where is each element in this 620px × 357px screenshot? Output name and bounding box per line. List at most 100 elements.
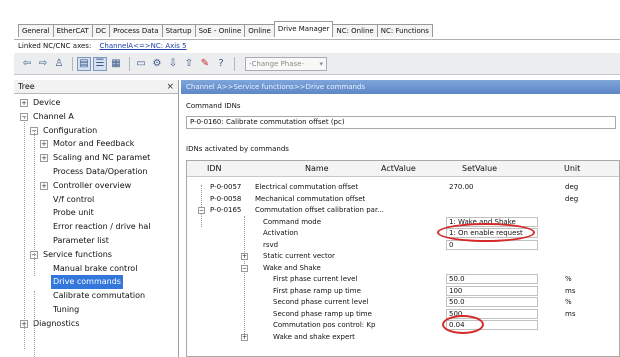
grid-row[interactable]: P-0-0057 Electrical commutation offset 270… — [187, 182, 619, 192]
column-header-unit[interactable]: Unit — [564, 164, 580, 173]
properties-icon[interactable]: ▭ — [134, 57, 148, 71]
name-cell: Activation — [263, 229, 299, 237]
toolbar: ⇦ ⇨ ♙ ▤ ☰ ▦ ▭ ⚙ ⇩ ⇧ ✎ ? -Change Phase- ▾ — [14, 53, 620, 75]
expand-icon[interactable]: + — [241, 333, 248, 341]
name-cell: Command mode — [263, 217, 322, 226]
tab-startup[interactable]: Startup — [161, 24, 196, 37]
setvalue-cell[interactable]: 270.00 — [449, 182, 474, 192]
tree-item-process-data-operation[interactable]: Process Data/Operation — [51, 165, 150, 179]
upload-icon[interactable]: ⇧ — [182, 57, 196, 71]
idns-activated-label: IDNs activated by commands — [186, 145, 289, 153]
grid-row[interactable]: Wake and Shake — [187, 263, 619, 273]
tree-view-icon[interactable]: ▤ — [77, 56, 91, 71]
tab-process-data[interactable]: Process Data — [109, 24, 163, 37]
tab-drive-manager[interactable]: Drive Manager — [273, 21, 334, 37]
tree-item-controller-overview[interactable]: + Controller overview — [40, 179, 133, 193]
toolbar-separator — [129, 56, 130, 71]
tree-item-error-reaction-drive-hal[interactable]: Error reaction / drive hal — [51, 220, 152, 234]
expand-icon[interactable]: + — [40, 181, 48, 190]
unit-cell: % — [565, 298, 572, 306]
tabs-row: General EtherCAT DC Process Data Startup SoE … — [18, 21, 433, 37]
toolbar-separator — [72, 56, 73, 71]
column-header-name[interactable]: Name — [305, 164, 329, 173]
help-icon[interactable]: ? — [214, 57, 228, 71]
settings-icon[interactable]: ⚙ — [150, 57, 164, 71]
tree-item-configuration[interactable]: − Configuration — [30, 124, 99, 138]
setvalue-cell[interactable]: 50.0 — [449, 297, 465, 307]
collapse-icon[interactable]: − — [198, 207, 205, 214]
tree-item-manual-brake-control[interactable]: Manual brake control — [51, 262, 139, 276]
tree-item-channel-a[interactable]: − Channel A — [20, 110, 76, 124]
unit-cell: ms — [565, 286, 576, 295]
tab-dc[interactable]: DC — [91, 24, 111, 37]
chevron-down-icon: ▾ — [319, 59, 323, 68]
tab-strip: General EtherCAT DC Process Data Startup SoE … — [14, 0, 620, 40]
grid-row[interactable]: rsvd 0 — [187, 240, 619, 250]
grid-row[interactable]: Static current vector — [187, 251, 619, 261]
tree-item-scaling-and-nc-paramet[interactable]: + Scaling and NC paramet — [40, 151, 152, 165]
column-header-idn[interactable]: IDN — [207, 164, 222, 173]
linked-axes-link[interactable]: ChannelA<=>NC: Axis 5 — [100, 42, 187, 50]
tree-connector — [34, 131, 35, 276]
collapse-icon[interactable]: − — [241, 264, 248, 272]
expand-icon[interactable]: + — [40, 140, 48, 149]
highlight-ellipse — [442, 315, 484, 334]
tree-item-tuning[interactable]: Tuning — [51, 303, 81, 317]
tree-item-probe-unit[interactable]: Probe unit — [51, 206, 96, 220]
grid-row[interactable]: P-0-0058 Mechanical commutation offset deg — [187, 194, 619, 204]
grid-row[interactable]: P-0-0165 Commutation offset calibration p… — [187, 205, 619, 215]
breadcrumb: Channel A>>Service functions>>Drive comm… — [181, 80, 620, 94]
tree-item-drive-commands[interactable]: Drive commands — [51, 275, 123, 290]
grid-row[interactable]: Commutation pos control: Kp 0.04 — [187, 320, 619, 330]
tab-nc-functions[interactable]: NC: Functions — [376, 24, 433, 37]
tree-item-motor-and-feedback[interactable]: + Motor and Feedback — [40, 137, 136, 151]
tree-item-parameter-list[interactable]: Parameter list — [51, 234, 111, 248]
name-cell: Second phase ramp up time — [273, 309, 372, 318]
tree-item-calibrate-commutation[interactable]: Calibrate commutation — [51, 289, 147, 303]
column-header-actvalue[interactable]: ActValue — [381, 164, 416, 173]
setvalue-cell[interactable]: 50.0 — [449, 274, 465, 284]
tab-ethercat[interactable]: EtherCAT — [52, 24, 93, 37]
grid-row[interactable]: First phase ramp up time 100 ms — [187, 286, 619, 296]
tab-online[interactable]: Online — [244, 24, 275, 37]
close-icon[interactable]: × — [166, 82, 174, 92]
expand-icon[interactable]: + — [20, 99, 28, 107]
name-cell: rsvd — [263, 240, 279, 249]
tree-title: Tree — [18, 82, 35, 91]
tab-general[interactable]: General — [18, 24, 54, 37]
name-cell: First phase ramp up time — [273, 286, 361, 295]
tree-item-device[interactable]: + Device — [20, 96, 62, 110]
name-cell: Mechanical commutation offset — [255, 194, 366, 203]
arrow-right-icon[interactable]: ⇨ — [36, 57, 50, 71]
setvalue-cell[interactable]: 0 — [449, 240, 453, 250]
check-icon[interactable]: ✎ — [198, 57, 212, 71]
command-idn-field[interactable]: P-0-0160: Calibrate commutation offset (… — [186, 116, 616, 129]
expand-icon[interactable]: + — [241, 253, 248, 260]
command-idns-label: Command IDNs — [186, 102, 241, 110]
column-header-setvalue[interactable]: SetValue — [462, 164, 497, 173]
grid-icon[interactable]: ▦ — [109, 57, 123, 71]
unit-cell: deg — [565, 194, 579, 203]
grid-row[interactable]: First phase current level 50.0% — [187, 274, 619, 284]
grid-row[interactable]: Command mode 1: Wake and Shake — [187, 217, 619, 227]
highlight-ellipse — [437, 223, 535, 242]
tab-nc-online[interactable]: NC: Online — [332, 24, 378, 37]
expand-icon[interactable]: + — [40, 154, 48, 163]
name-cell: Electrical commutation offset — [255, 183, 359, 191]
tab-soe-online[interactable]: SoE - Online — [194, 24, 246, 37]
grid-row[interactable]: Second phase ramp up time 500 ms — [187, 309, 619, 319]
tree-item-diagnostics[interactable]: + Diagnostics — [20, 317, 81, 331]
tree-connector — [24, 117, 25, 349]
grid-row[interactable]: Second phase current level 50.0% — [187, 297, 619, 307]
grid-row[interactable]: Wake and shake expert — [187, 332, 619, 342]
change-phase-select[interactable]: -Change Phase- ▾ — [245, 56, 327, 71]
person-icon[interactable]: ♙ — [52, 57, 66, 71]
download-icon[interactable]: ⇩ — [166, 57, 180, 71]
grid-row[interactable]: Activation 1: On enable request — [187, 228, 619, 238]
setvalue-cell[interactable]: 100 — [449, 286, 462, 296]
tree-item-service-functions[interactable]: − Service functions — [30, 248, 114, 262]
tree-item-v-f-control[interactable]: V/f control — [51, 193, 96, 207]
tree-item-label: Motor and Feedback — [53, 139, 135, 149]
list-view-icon[interactable]: ☰ — [93, 56, 107, 71]
arrow-left-icon[interactable]: ⇦ — [20, 57, 34, 71]
